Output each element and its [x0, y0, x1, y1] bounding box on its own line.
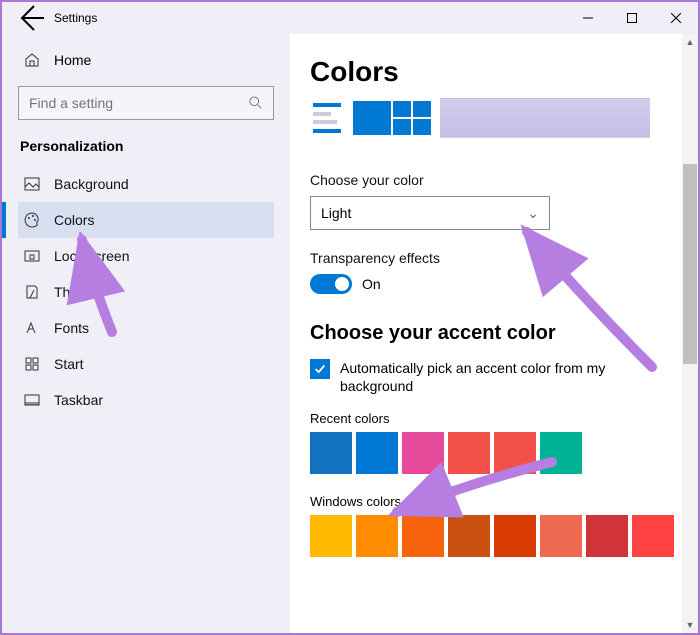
- recent-colors-label: Recent colors: [310, 411, 678, 426]
- sidebar-item-background[interactable]: Background: [18, 166, 274, 202]
- preview-desktop-tile[interactable]: [440, 98, 650, 138]
- window-title: Settings: [54, 11, 97, 25]
- titlebar: Settings: [2, 2, 698, 34]
- checkmark-icon: [313, 362, 327, 376]
- page-heading: Colors: [310, 56, 678, 88]
- nav-label: Background: [54, 176, 129, 192]
- scroll-down-icon[interactable]: ▼: [682, 617, 698, 633]
- home-icon: [24, 52, 40, 68]
- nav-label: Taskbar: [54, 392, 103, 408]
- lock-screen-icon: [24, 248, 40, 264]
- start-icon: [24, 356, 40, 372]
- auto-accent-checkbox[interactable]: [310, 359, 330, 379]
- scrollbar-thumb[interactable]: [683, 164, 697, 364]
- nav-label: Start: [54, 356, 84, 372]
- color-preview-strip: [310, 98, 678, 138]
- sidebar-item-colors[interactable]: Colors: [18, 202, 274, 238]
- sidebar: Home Personalization Background Colors L…: [2, 34, 290, 633]
- window-controls: [566, 2, 698, 34]
- transparency-state: On: [362, 276, 381, 292]
- minimize-button[interactable]: [566, 2, 610, 34]
- color-swatch[interactable]: [586, 515, 628, 557]
- search-input-container[interactable]: [18, 86, 274, 120]
- sidebar-item-taskbar[interactable]: Taskbar: [18, 382, 274, 418]
- color-swatch[interactable]: [402, 515, 444, 557]
- choose-color-label: Choose your color: [310, 172, 678, 188]
- themes-icon: [24, 284, 40, 300]
- nav-label: Lock screen: [54, 248, 129, 264]
- scrollbar[interactable]: ▲ ▼: [682, 34, 698, 633]
- auto-accent-label: Automatically pick an accent color from …: [340, 359, 650, 395]
- sidebar-item-themes[interactable]: Themes: [18, 274, 274, 310]
- close-button[interactable]: [654, 2, 698, 34]
- taskbar-icon: [24, 392, 40, 408]
- chevron-down-icon: ⌄: [527, 205, 539, 222]
- color-swatch[interactable]: [494, 432, 536, 474]
- sidebar-item-start[interactable]: Start: [18, 346, 274, 382]
- color-swatch[interactable]: [448, 515, 490, 557]
- color-swatch[interactable]: [632, 515, 674, 557]
- search-icon: [249, 96, 263, 110]
- transparency-toggle[interactable]: [310, 274, 352, 294]
- nav-label: Themes: [54, 284, 105, 300]
- main-content: Colors Choose your color Light ⌄ Transpa…: [290, 34, 698, 633]
- color-swatch[interactable]: [356, 432, 398, 474]
- picture-icon: [24, 176, 40, 192]
- dropdown-value: Light: [321, 205, 351, 221]
- sidebar-home[interactable]: Home: [18, 42, 274, 78]
- color-swatch[interactable]: [540, 432, 582, 474]
- sidebar-item-lock-screen[interactable]: Lock screen: [18, 238, 274, 274]
- color-swatch[interactable]: [402, 432, 444, 474]
- color-swatch[interactable]: [448, 432, 490, 474]
- choose-color-dropdown[interactable]: Light ⌄: [310, 196, 550, 230]
- nav-label: Colors: [54, 212, 94, 228]
- scroll-up-icon[interactable]: ▲: [682, 34, 698, 50]
- color-swatch[interactable]: [310, 432, 352, 474]
- color-swatch[interactable]: [540, 515, 582, 557]
- sidebar-item-fonts[interactable]: Fonts: [18, 310, 274, 346]
- recent-colors-row: [310, 432, 678, 474]
- color-swatch[interactable]: [494, 515, 536, 557]
- arrow-left-icon: [14, 2, 46, 34]
- windows-colors-row: [310, 515, 678, 557]
- maximize-button[interactable]: [610, 2, 654, 34]
- fonts-icon: [24, 320, 40, 336]
- palette-icon: [24, 212, 40, 228]
- sidebar-category: Personalization: [18, 132, 274, 166]
- preview-list-tile[interactable]: [310, 98, 344, 138]
- back-button[interactable]: [14, 2, 46, 34]
- search-input[interactable]: [29, 95, 249, 111]
- accent-heading: Choose your accent color: [310, 322, 678, 345]
- nav-label: Fonts: [54, 320, 89, 336]
- color-swatch[interactable]: [310, 515, 352, 557]
- preview-start-tile[interactable]: [350, 98, 434, 138]
- transparency-label: Transparency effects: [310, 250, 678, 266]
- sidebar-home-label: Home: [54, 52, 91, 68]
- color-swatch[interactable]: [356, 515, 398, 557]
- windows-colors-label: Windows colors: [310, 494, 678, 509]
